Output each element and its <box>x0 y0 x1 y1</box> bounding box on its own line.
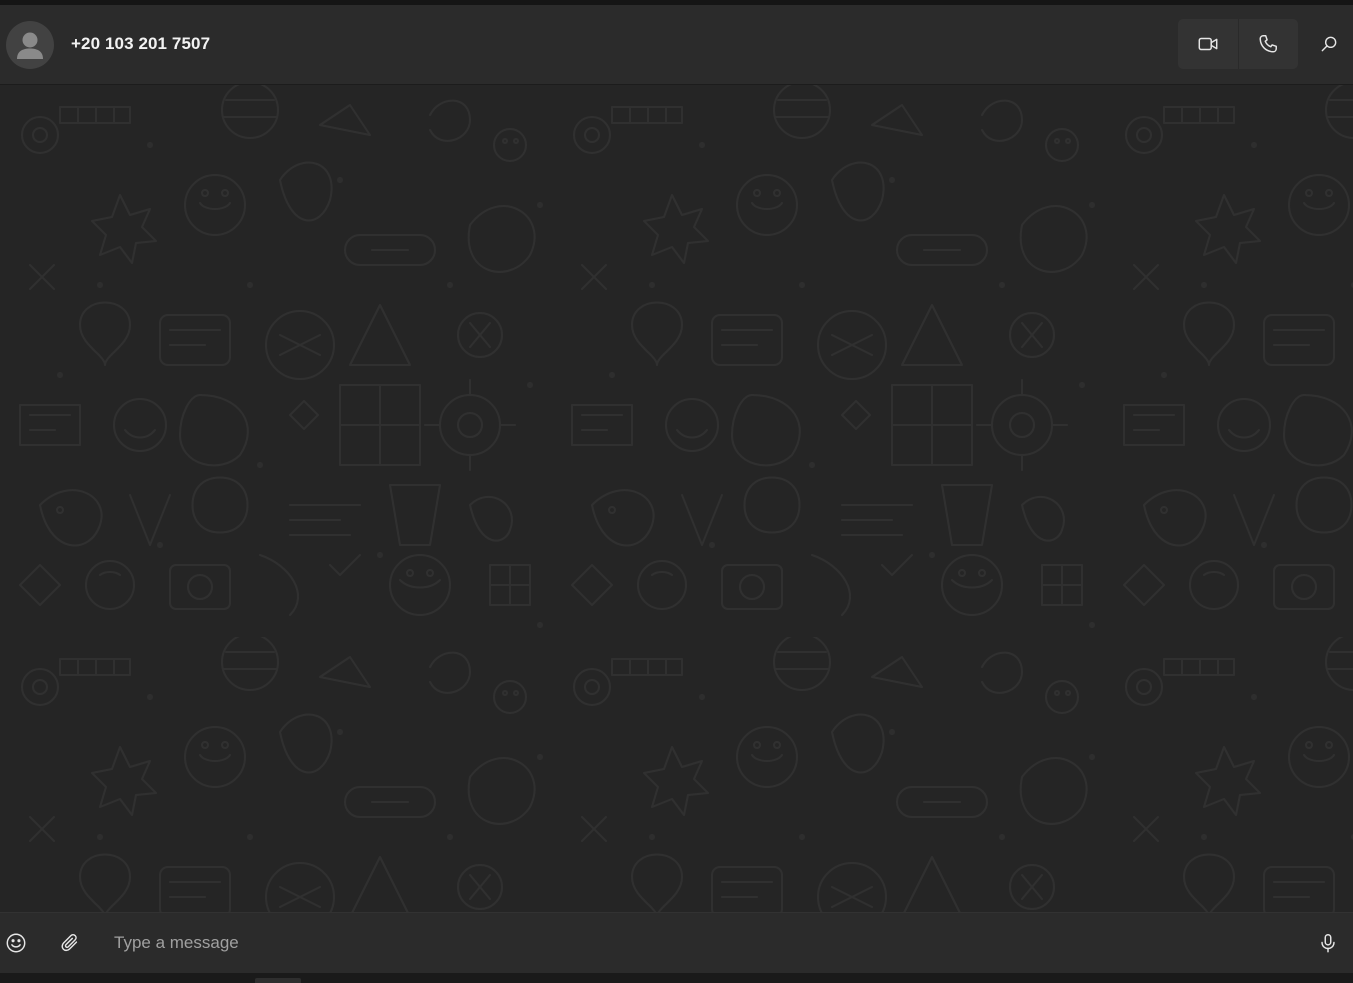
video-camera-icon <box>1198 37 1218 51</box>
voice-message-button[interactable] <box>1313 928 1343 958</box>
search-button[interactable] <box>1310 25 1348 63</box>
message-composer <box>0 912 1353 973</box>
phone-icon <box>1259 35 1278 53</box>
contact-avatar[interactable] <box>6 21 54 69</box>
smiley-icon <box>6 933 26 953</box>
paperclip-icon <box>61 934 78 952</box>
contact-name[interactable]: +20 103 201 7507 <box>71 34 210 54</box>
video-call-button[interactable] <box>1178 19 1238 69</box>
person-silhouette-icon <box>17 32 43 59</box>
call-button-group <box>1178 19 1298 69</box>
message-input[interactable] <box>104 927 1294 959</box>
attach-button[interactable] <box>55 928 85 958</box>
taskbar-indicator <box>255 978 301 983</box>
microphone-icon <box>1321 934 1335 953</box>
message-area[interactable] <box>0 85 1353 912</box>
doodle-wallpaper <box>0 85 1353 912</box>
window-bottom-strip <box>0 973 1353 983</box>
emoji-button[interactable] <box>1 928 31 958</box>
search-icon <box>1321 36 1337 52</box>
chat-window: +20 103 201 7507 <box>0 0 1353 983</box>
chat-header: +20 103 201 7507 <box>0 5 1353 85</box>
voice-call-button[interactable] <box>1238 19 1298 69</box>
